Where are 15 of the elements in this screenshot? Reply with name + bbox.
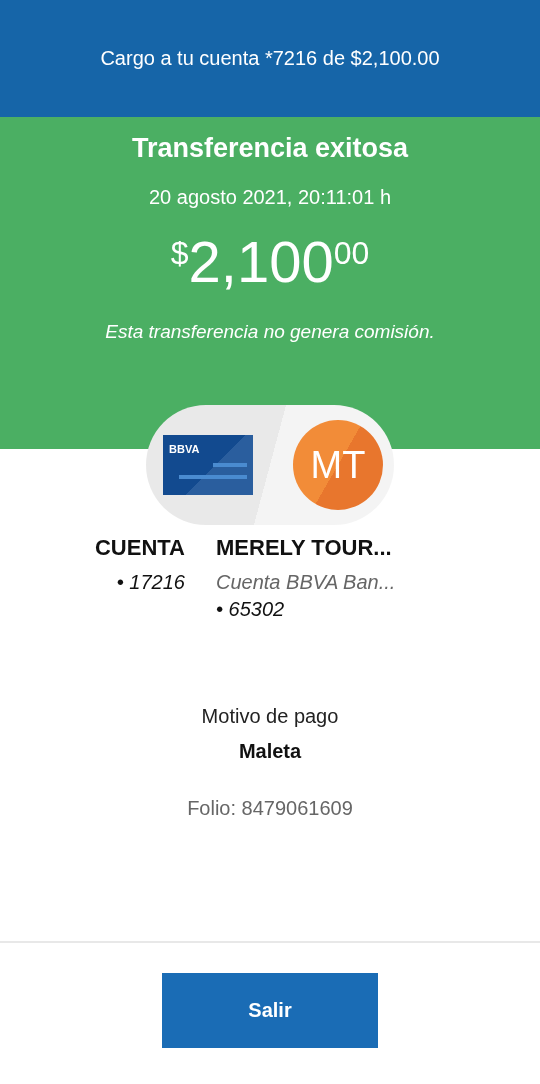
status-title: Transferencia exitosa bbox=[131, 133, 409, 164]
recipient-name: MERELY TOUR... bbox=[216, 535, 392, 561]
origin-account-number: • 17216 bbox=[116, 570, 185, 595]
recipient-account-line: • 65302 bbox=[216, 597, 285, 622]
transfer-date: 20 agosto 2021, 20:11:01 h bbox=[148, 186, 392, 209]
payment-reason: Maleta bbox=[238, 740, 302, 763]
charge-summary: Cargo a tu cuenta *7216 de $2,100.00 bbox=[100, 47, 440, 70]
recipient-account-line: Cuenta BBVA Ban... bbox=[216, 570, 396, 595]
recipient-avatar: MT bbox=[293, 420, 383, 510]
fee-note: Esta transferencia no genera comisión. bbox=[105, 321, 435, 343]
exit-button[interactable]: Salir bbox=[162, 973, 378, 1048]
bank-card-icon: BBVA bbox=[163, 435, 253, 495]
folio-number: Folio: 8479061609 bbox=[187, 797, 353, 820]
payment-reason-label: Motivo de pago bbox=[201, 705, 339, 728]
origin-account-name: CUENTA bbox=[94, 535, 185, 561]
